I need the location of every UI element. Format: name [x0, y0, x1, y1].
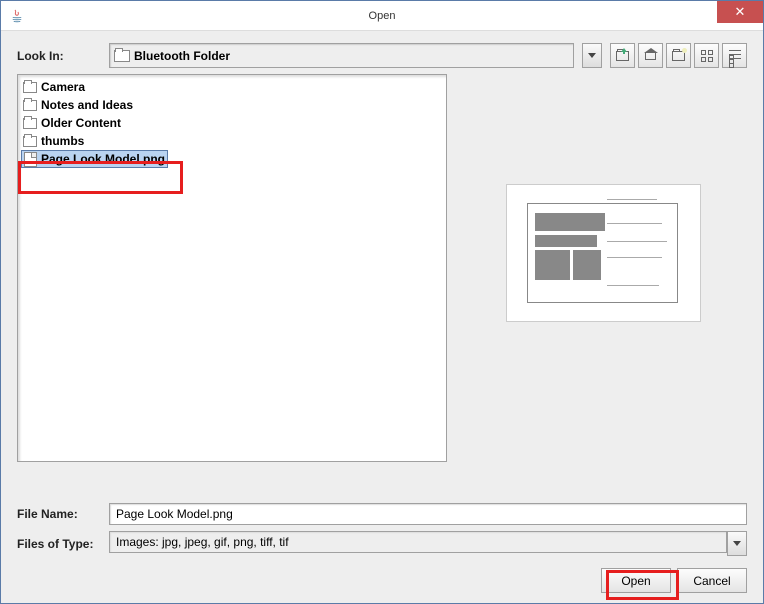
titlebar: Open ✕ [1, 1, 763, 31]
filetype-label: Files of Type: [17, 537, 101, 551]
details-view-button[interactable] [722, 43, 747, 68]
bottom-rows: File Name: Files of Type: Open Cancel [17, 503, 747, 593]
main-area: Camera Notes and Ideas Older Content thu… [17, 74, 747, 495]
toolbar-buttons [610, 43, 747, 68]
lookin-dropdown-button[interactable] [582, 43, 602, 68]
list-view-button[interactable] [694, 43, 719, 68]
filename-input[interactable] [109, 503, 747, 525]
file-name: Page Look Model.png [41, 152, 165, 166]
java-icon [9, 8, 25, 24]
open-button[interactable]: Open [601, 568, 671, 593]
list-item-selected[interactable]: Page Look Model.png [21, 150, 168, 168]
list-item[interactable]: Older Content [21, 114, 443, 132]
list-item[interactable]: Notes and Ideas [21, 96, 443, 114]
file-name: Notes and Ideas [41, 98, 133, 112]
button-row: Open Cancel [17, 568, 747, 593]
open-dialog: Open ✕ Look In: Bluetooth Folder [0, 0, 764, 604]
window-title: Open [369, 10, 396, 22]
lookin-label: Look In: [17, 49, 101, 63]
preview-image [506, 184, 701, 322]
lookin-row: Look In: Bluetooth Folder [17, 43, 747, 68]
folder-icon [23, 82, 37, 93]
filetype-combo[interactable] [109, 531, 727, 553]
file-icon [24, 152, 37, 167]
new-folder-button[interactable] [666, 43, 691, 68]
list-item[interactable]: thumbs [21, 132, 443, 150]
file-name: thumbs [41, 134, 84, 148]
close-button[interactable]: ✕ [717, 1, 763, 23]
file-name: Camera [41, 80, 85, 94]
filetype-dropdown-button[interactable] [727, 531, 747, 556]
folder-icon [114, 50, 130, 62]
home-button[interactable] [638, 43, 663, 68]
lookin-value: Bluetooth Folder [134, 49, 230, 63]
folder-icon [23, 136, 37, 147]
filename-label: File Name: [17, 507, 101, 521]
preview-pane [459, 74, 747, 495]
file-list[interactable]: Camera Notes and Ideas Older Content thu… [17, 74, 447, 462]
dialog-content: Look In: Bluetooth Folder Camera [1, 31, 763, 603]
file-name: Older Content [41, 116, 121, 130]
folder-icon [23, 100, 37, 111]
up-folder-button[interactable] [610, 43, 635, 68]
folder-icon [23, 118, 37, 129]
lookin-combo[interactable]: Bluetooth Folder [109, 43, 574, 68]
cancel-button[interactable]: Cancel [677, 568, 747, 593]
list-item[interactable]: Camera [21, 78, 443, 96]
